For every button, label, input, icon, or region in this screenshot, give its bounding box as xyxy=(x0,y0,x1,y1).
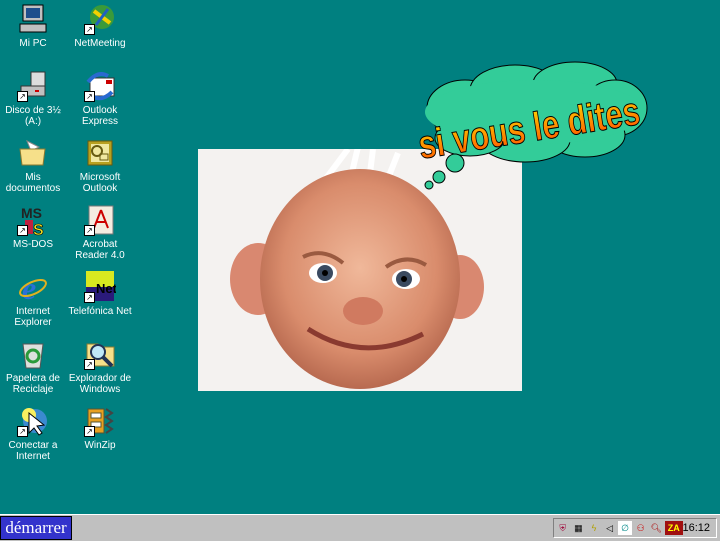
connect-internet-icon: ↗ xyxy=(17,405,49,437)
taskbar: démarrer ⛨ ▦ ϟ ◁ ∅ ⚇ 🔍︎ ZA 16:12 xyxy=(0,514,720,541)
desktop-icon-mi-pc[interactable]: Mi PC xyxy=(0,3,66,49)
internet-explorer-icon: e xyxy=(17,270,49,306)
shield-icon[interactable]: ⛨ xyxy=(556,521,570,535)
icon-label: Explorador de Windows xyxy=(68,373,132,395)
acrobat-icon: ↗ xyxy=(84,204,116,236)
icon-label: Acrobat Reader 4.0 xyxy=(75,239,125,261)
icon-label: Microsoft Outlook xyxy=(79,172,121,194)
outlook-express-icon: ↗ xyxy=(84,70,116,102)
desktop-icon-winzip[interactable]: ↗ WinZip xyxy=(67,405,133,451)
zonealarm-icon[interactable]: ZA xyxy=(665,521,683,535)
desktop-icon-microsoft-outlook[interactable]: Microsoft Outlook xyxy=(67,137,133,194)
ms-dos-icon: MS S ↗ xyxy=(17,204,49,239)
desktop-icon-ms-dos[interactable]: MS S ↗ MS-DOS xyxy=(0,204,66,250)
desktop-icon-connect-internet[interactable]: ↗ Conectar a Internet xyxy=(0,405,66,462)
desktop-icon-floppy[interactable]: ↗ Disco de 3½ (A:) xyxy=(0,70,66,127)
scheduler-icon[interactable]: ▦ xyxy=(572,521,586,535)
desktop-icon-acrobat[interactable]: ↗ Acrobat Reader 4.0 xyxy=(67,204,133,261)
desktop-icon-outlook-express[interactable]: ↗ Outlook Express xyxy=(67,70,133,127)
recycle-bin-icon xyxy=(17,338,49,370)
folder-icon xyxy=(17,137,49,169)
icon-label: Internet Explorer xyxy=(14,306,52,328)
search-icon[interactable]: 🔍︎ xyxy=(649,521,663,535)
desktop-icon-mis-documentos[interactable]: Mis documentos xyxy=(0,137,66,194)
telefonica-net-icon: Net ↗ xyxy=(84,271,118,303)
icon-label: NetMeeting xyxy=(74,38,126,49)
network-icon[interactable]: ∅ xyxy=(618,521,632,535)
desktop-icon-netmeeting[interactable]: ↗ NetMeeting xyxy=(67,3,133,49)
svg-text:Net: Net xyxy=(96,281,116,296)
desktop-icon-windows-explorer[interactable]: ↗ Explorador de Windows xyxy=(67,338,133,395)
thought-bubble: si vous le dites xyxy=(415,61,648,190)
desktop-icon-recycle-bin[interactable]: Papelera de Reciclaje xyxy=(0,338,66,395)
volume-icon[interactable]: ◁ xyxy=(603,521,617,535)
icon-label: Conectar a Internet xyxy=(8,440,58,462)
icon-label: Mi PC xyxy=(19,38,47,49)
connection-icon[interactable]: ⚇ xyxy=(634,521,648,535)
icon-label: WinZip xyxy=(84,440,116,451)
svg-text:S: S xyxy=(33,222,44,236)
icon-label: Mis documentos xyxy=(5,172,61,194)
icon-label: Outlook Express xyxy=(81,105,119,127)
floppy-drive-icon: ↗ xyxy=(17,70,49,102)
desktop-icon-internet-explorer[interactable]: e Internet Explorer xyxy=(0,270,66,328)
computer-icon xyxy=(17,3,49,35)
system-tray: ⛨ ▦ ϟ ◁ ∅ ⚇ 🔍︎ ZA 16:12 xyxy=(553,518,717,538)
icon-label: Papelera de Reciclaje xyxy=(6,373,60,395)
netmeeting-icon: ↗ xyxy=(84,3,116,35)
winzip-icon: ↗ xyxy=(84,405,116,437)
icon-label: MS-DOS xyxy=(13,239,53,250)
icon-label: Telefónica Net xyxy=(68,306,132,317)
windows-explorer-icon: ↗ xyxy=(84,338,116,370)
power-plug-icon[interactable]: ϟ xyxy=(587,521,601,535)
outlook-icon xyxy=(84,137,116,169)
svg-text:MS: MS xyxy=(21,205,42,221)
clock[interactable]: 16:12 xyxy=(683,522,711,534)
desktop-icon-telefonica-net[interactable]: Net ↗ Telefónica Net xyxy=(67,271,133,317)
icon-label: Disco de 3½ (A:) xyxy=(5,105,61,127)
start-button[interactable]: démarrer xyxy=(0,516,72,540)
